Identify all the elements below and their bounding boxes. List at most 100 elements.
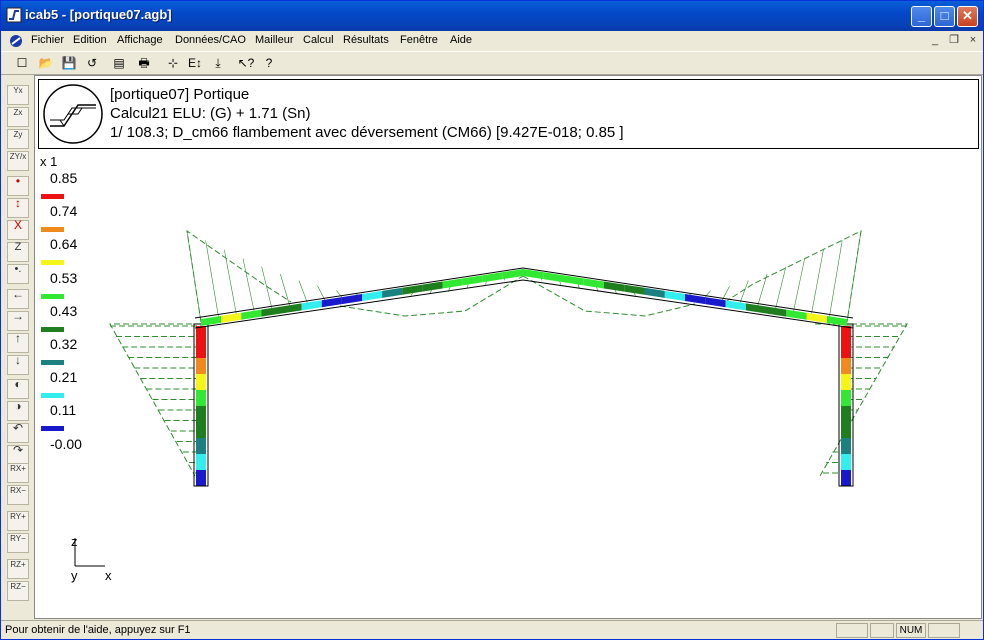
num-lock-indicator: NUM: [896, 623, 926, 638]
pan-down-button[interactable]: ↓: [7, 354, 29, 375]
menu-edition[interactable]: Edition: [73, 34, 107, 46]
view-zy-button[interactable]: Zy: [7, 129, 29, 149]
document-icon[interactable]: [9, 34, 23, 48]
moment-hatch: [756, 274, 768, 309]
download-icon[interactable]: ⤓: [209, 54, 227, 72]
select-icon[interactable]: ⊹: [164, 54, 182, 72]
status-panel: [928, 623, 960, 638]
pan-up-button[interactable]: ↑: [7, 332, 29, 353]
save-icon[interactable]: 💾: [60, 54, 78, 72]
moment-hatch: [810, 249, 824, 317]
menu-mailleur[interactable]: Mailleur: [255, 34, 294, 46]
axis-z-label: z: [71, 534, 78, 549]
left-rafter-segment: [261, 306, 282, 317]
title-bar: icab5 - [portique07.agb] _ □ ✕: [1, 1, 983, 31]
status-panel: [836, 623, 868, 638]
new-icon[interactable]: ☐: [13, 54, 31, 72]
main-toolbar: ☐ 📂 💾 ↺ ▤ 🖶 ⊹ E↕ ⤓ ↖? ?: [1, 51, 983, 75]
ry-minus-button[interactable]: RY−: [7, 533, 29, 553]
rotate-cw-button[interactable]: ↷: [7, 444, 29, 465]
moment-hatch: [242, 258, 255, 314]
moment-hatch: [280, 274, 291, 309]
rx-plus-button[interactable]: RX+: [7, 463, 29, 483]
right-column-segment: [841, 374, 851, 390]
rafter-outline-bottom: [194, 279, 854, 329]
moment-hatch: [828, 240, 843, 320]
axis-x-label: x: [105, 568, 112, 583]
view-zx-button[interactable]: Zx: [7, 107, 29, 127]
menu-resultats[interactable]: Résultats: [343, 34, 389, 46]
zoom-button[interactable]: Z: [7, 242, 29, 262]
help-pointer-icon[interactable]: ↖?: [237, 54, 255, 72]
rx-minus-button[interactable]: RX−: [7, 485, 29, 505]
window-title: icab5 - [portique07.agb]: [25, 7, 172, 22]
left-column-segment: [196, 390, 206, 406]
menu-affichage[interactable]: Affichage: [117, 34, 163, 46]
status-text: Pour obtenir de l'aide, appuyez sur F1: [5, 624, 191, 636]
open-icon[interactable]: 📂: [37, 54, 55, 72]
undo-icon[interactable]: ↺: [83, 54, 101, 72]
mdi-minimize-button[interactable]: _: [927, 33, 943, 47]
left-toolbar: Yx Zx Zy ZY/x • ↕ X Z •. ← → ↑ ↓ ◐ ◑ ↶ ↷…: [3, 79, 33, 615]
moment-hatch: [792, 258, 805, 314]
pan-left-button[interactable]: ←: [7, 288, 29, 309]
menu-aide[interactable]: Aide: [450, 34, 472, 46]
right-rafter-segment: [745, 303, 766, 314]
vertical-button[interactable]: ↕: [7, 197, 29, 218]
left-column-segment: [196, 470, 206, 486]
left-column-segment: [196, 342, 206, 358]
view-3d-button[interactable]: ZY/x: [7, 151, 29, 171]
right-column-segment: [841, 422, 851, 438]
help-icon[interactable]: ?: [260, 54, 278, 72]
ry-plus-button[interactable]: RY+: [7, 511, 29, 531]
left-column-segment: [196, 454, 206, 470]
mdi-close-button[interactable]: ×: [965, 33, 981, 47]
menu-bar: Fichier Edition Affichage Données/CAO Ma…: [1, 31, 983, 51]
mdi-restore-button[interactable]: ❐: [946, 33, 962, 47]
moment-hatch: [186, 230, 202, 323]
cross-button[interactable]: X: [7, 219, 29, 240]
axis-y-label: y: [71, 568, 78, 583]
minimize-button[interactable]: _: [911, 6, 932, 27]
pan-right-button[interactable]: →: [7, 310, 29, 331]
rotate-ccw-button[interactable]: ↶: [7, 422, 29, 443]
maximize-button[interactable]: □: [934, 6, 955, 27]
status-bar: Pour obtenir de l'aide, appuyez sur F1 N…: [1, 620, 983, 639]
print-icon[interactable]: 🖶: [135, 54, 153, 72]
right-rafter-segment: [766, 306, 787, 317]
right-column-segment: [841, 406, 851, 422]
app-logo-icon: [6, 7, 22, 23]
menu-fenetre[interactable]: Fenêtre: [400, 34, 438, 46]
left-column-segment: [196, 374, 206, 390]
right-column-segment: [841, 454, 851, 470]
drawing-canvas[interactable]: [portique07] Portique Calcul21 ELU: (G) …: [34, 75, 982, 619]
rz-minus-button[interactable]: RZ−: [7, 581, 29, 601]
frame-diagram: [74, 229, 908, 567]
left-column-segment: [196, 358, 206, 374]
left-column-segment: [196, 406, 206, 422]
app-window: icab5 - [portique07.agb] _ □ ✕ Fichier E…: [0, 0, 984, 640]
ei-icon[interactable]: E↕: [186, 54, 204, 72]
left-column-segment: [196, 422, 206, 438]
status-panel: [870, 623, 894, 638]
menu-fichier[interactable]: Fichier: [31, 34, 64, 46]
point-button[interactable]: •.: [7, 264, 29, 284]
right-column-segment: [841, 358, 851, 374]
moment-hatch: [846, 230, 862, 323]
view-yx-button[interactable]: Yx: [7, 85, 29, 105]
preview-icon[interactable]: ▤: [110, 54, 128, 72]
left-column-segment: [196, 326, 206, 342]
close-button[interactable]: ✕: [957, 6, 978, 27]
menu-donnees-cao[interactable]: Données/CAO: [175, 34, 246, 46]
right-column-segment: [841, 390, 851, 406]
rotate-left-button[interactable]: ◐: [7, 378, 29, 399]
right-column-segment: [841, 438, 851, 454]
node-button[interactable]: •: [7, 175, 29, 196]
rz-plus-button[interactable]: RZ+: [7, 559, 29, 579]
left-column-segment: [196, 438, 206, 454]
rotate-right-button[interactable]: ◑: [7, 400, 29, 421]
moment-hatch: [224, 249, 238, 317]
menu-calcul[interactable]: Calcul: [303, 34, 334, 46]
moment-hatch: [774, 266, 787, 311]
right-column-segment: [841, 342, 851, 358]
